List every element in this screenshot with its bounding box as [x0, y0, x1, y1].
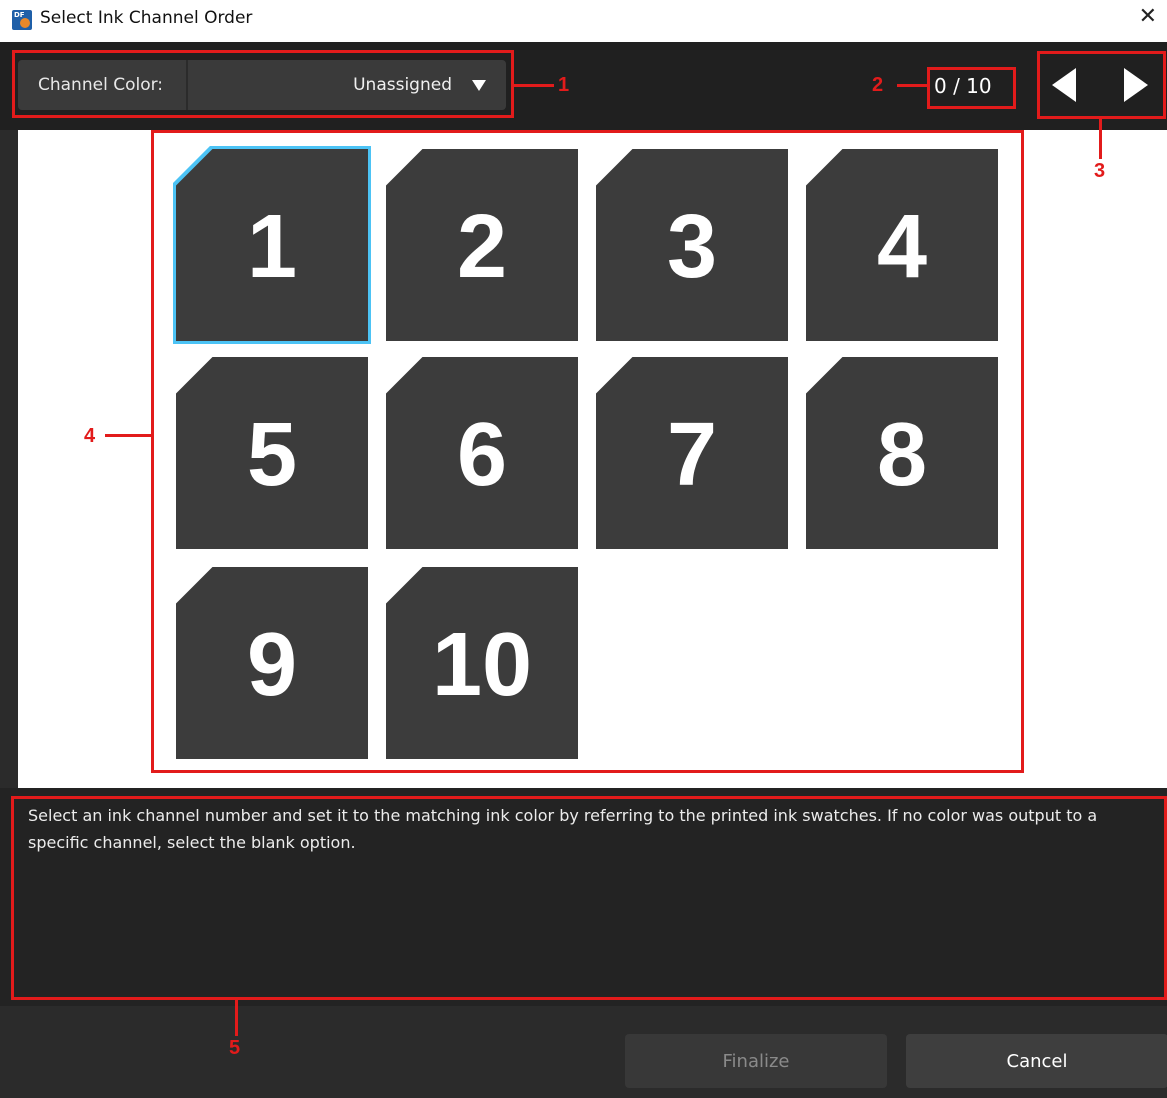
annotation-label-5: 5: [229, 1037, 241, 1059]
annotation-label-3: 3: [1094, 160, 1106, 182]
annotation-leader-3: [1099, 119, 1102, 159]
finalize-button[interactable]: Finalize: [625, 1034, 887, 1088]
annotation-box-3: [1037, 51, 1166, 119]
annotation-label-4: 4: [84, 425, 96, 447]
annotation-label-1: 1: [558, 74, 570, 96]
annotation-box-2: [927, 67, 1016, 109]
annotation-leader-1: [514, 84, 554, 87]
app-icon: DF: [12, 10, 32, 30]
annotation-leader-5: [235, 1000, 238, 1036]
window-title: Select Ink Channel Order: [40, 8, 253, 28]
annotation-box-4: [151, 130, 1024, 773]
annotation-box-1: [12, 50, 514, 118]
annotation-leader-2: [897, 84, 927, 87]
annotation-label-2: 2: [872, 74, 884, 96]
cancel-button[interactable]: Cancel: [906, 1034, 1167, 1088]
close-icon[interactable]: ✕: [1139, 4, 1157, 29]
annotation-leader-4: [105, 434, 151, 437]
annotation-box-5: [11, 796, 1167, 1000]
title-bar: DF Select Ink Channel Order ✕: [0, 0, 1167, 42]
